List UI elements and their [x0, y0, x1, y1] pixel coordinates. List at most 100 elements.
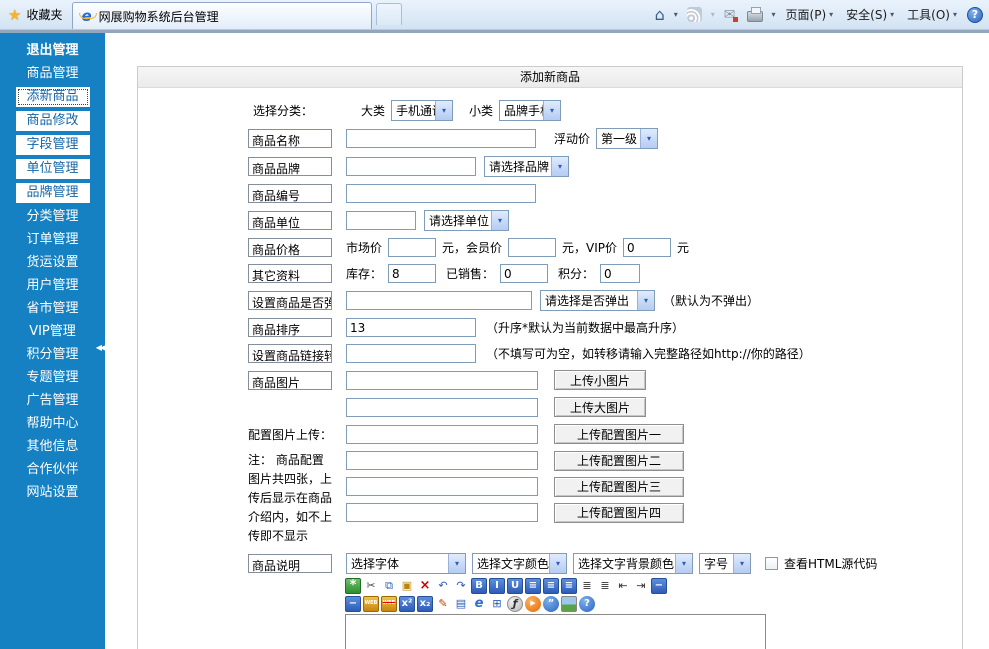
- market-price-input[interactable]: [388, 238, 436, 257]
- mail-button[interactable]: ✉: [722, 5, 738, 25]
- view-html-checkbox[interactable]: [765, 557, 778, 570]
- browser-preview-icon[interactable]: e: [471, 596, 487, 612]
- text-bgcolor-select[interactable]: 选择文字背景颜色 ▾: [573, 553, 693, 574]
- vip-price-input[interactable]: [623, 238, 671, 257]
- product-code-input[interactable]: [346, 184, 536, 203]
- align-right-icon[interactable]: ≡: [561, 578, 577, 594]
- sidebar-item-region-mgmt[interactable]: 省市管理: [0, 299, 105, 319]
- sidebar-item-order-mgmt[interactable]: 订单管理: [0, 230, 105, 250]
- security-menu[interactable]: 安全(S)▾: [843, 6, 897, 23]
- print-button[interactable]: [745, 5, 765, 25]
- upload-config-image2-button[interactable]: 上传配置图片二: [554, 451, 684, 471]
- highlight-pen-icon[interactable]: ✎: [435, 596, 451, 612]
- sidebar-item-points-mgmt[interactable]: 积分管理: [0, 345, 105, 365]
- sidebar-item-topic-mgmt[interactable]: 专题管理: [0, 368, 105, 388]
- font-size-select[interactable]: 字号 ▾: [699, 553, 751, 574]
- sidebar-item-shipping-settings[interactable]: 货运设置: [0, 253, 105, 273]
- sidebar-item-help-center[interactable]: 帮助中心: [0, 414, 105, 434]
- points-input[interactable]: [600, 264, 640, 283]
- sidebar-item-category-mgmt[interactable]: 分类管理: [0, 207, 105, 227]
- bold-icon[interactable]: B: [471, 578, 487, 594]
- stock-input[interactable]: [388, 264, 436, 283]
- remove-line-icon[interactable]: −: [345, 596, 361, 612]
- flash-icon[interactable]: ƒ: [507, 596, 523, 612]
- product-name-input[interactable]: [346, 129, 536, 148]
- paste-icon[interactable]: ▣: [399, 578, 415, 594]
- sidebar-item-other-info[interactable]: 其他信息: [0, 437, 105, 457]
- outdent-icon[interactable]: ⇤: [615, 578, 631, 594]
- media-icon[interactable]: ▶: [525, 596, 541, 612]
- upload-config-image4-button[interactable]: 上传配置图片四: [554, 503, 684, 523]
- float-price-select[interactable]: 第一级 ▾: [596, 128, 658, 149]
- browser-tab[interactable]: e 网展购物系统后台管理: [72, 2, 372, 29]
- sidebar-item-exit[interactable]: 退出管理: [0, 41, 105, 61]
- print-dropdown-caret[interactable]: ▾: [772, 10, 776, 19]
- superscript-icon[interactable]: x²: [399, 596, 415, 612]
- sidebar-item-user-mgmt[interactable]: 用户管理: [0, 276, 105, 296]
- align-center-icon[interactable]: ≡: [543, 578, 559, 594]
- sidebar-item-ad-mgmt[interactable]: 广告管理: [0, 391, 105, 411]
- image-icon[interactable]: [561, 596, 577, 612]
- redo-icon[interactable]: ↷: [453, 578, 469, 594]
- product-unit-input[interactable]: [346, 211, 416, 230]
- sidebar-collapse-icon[interactable]: ◀◀: [96, 343, 104, 352]
- page-menu[interactable]: 页面(P)▾: [783, 6, 837, 23]
- copy-icon[interactable]: ⧉: [381, 578, 397, 594]
- numbered-list-icon[interactable]: ≣: [597, 578, 613, 594]
- big-image-path-input[interactable]: [346, 398, 538, 417]
- comment-icon[interactable]: ”: [543, 596, 559, 612]
- config-image3-input[interactable]: [346, 477, 538, 496]
- subscript-icon[interactable]: x₂: [417, 596, 433, 612]
- remove-link-icon[interactable]: WEB: [381, 596, 397, 612]
- brand-select[interactable]: 请选择品牌 ▾: [484, 156, 569, 177]
- description-editor[interactable]: [345, 614, 766, 649]
- sidebar-item-vip-mgmt[interactable]: VIP管理: [0, 322, 105, 342]
- sidebar-item-unit-mgmt[interactable]: 单位管理: [16, 159, 90, 179]
- config-image2-input[interactable]: [346, 451, 538, 470]
- text-color-select[interactable]: 选择文字颜色 ▾: [472, 553, 567, 574]
- insert-link-icon[interactable]: WEB: [363, 596, 379, 612]
- member-price-input[interactable]: [508, 238, 556, 257]
- upload-config-image1-button[interactable]: 上传配置图片一: [554, 424, 684, 444]
- minor-category-select[interactable]: 品牌手机 ▾: [499, 100, 561, 121]
- bullet-list-icon[interactable]: ≣: [579, 578, 595, 594]
- tools-menu[interactable]: 工具(O)▾: [904, 6, 960, 23]
- sort-input[interactable]: [346, 318, 476, 337]
- sold-input[interactable]: [500, 264, 548, 283]
- indent-icon[interactable]: ⇥: [633, 578, 649, 594]
- undo-icon[interactable]: ↶: [435, 578, 451, 594]
- feed-button[interactable]: [685, 5, 704, 25]
- major-category-select[interactable]: 手机通讯 ▾: [391, 100, 453, 121]
- underline-icon[interactable]: U: [507, 578, 523, 594]
- upload-big-image-button[interactable]: 上传大图片: [554, 397, 646, 417]
- popup-input[interactable]: [346, 291, 532, 310]
- home-button[interactable]: ⌂: [653, 5, 667, 25]
- italic-icon[interactable]: I: [489, 578, 505, 594]
- horizontal-rule-icon[interactable]: −: [651, 578, 667, 594]
- product-brand-input[interactable]: [346, 157, 476, 176]
- favorites-button[interactable]: ★ 收藏夹: [0, 0, 72, 29]
- delete-icon[interactable]: ×: [417, 578, 433, 594]
- align-left-icon[interactable]: ≡: [525, 578, 541, 594]
- config-image1-input[interactable]: [346, 425, 538, 444]
- sidebar-item-add-product[interactable]: 添新商品: [16, 87, 90, 107]
- font-select[interactable]: 选择字体 ▾: [346, 553, 466, 574]
- help-button[interactable]: ?: [967, 7, 983, 23]
- upload-small-image-button[interactable]: 上传小图片: [554, 370, 646, 390]
- small-image-path-input[interactable]: [346, 371, 538, 390]
- insert-table-icon[interactable]: ⊞: [489, 596, 505, 612]
- sidebar-item-site-settings[interactable]: 网站设置: [0, 483, 105, 503]
- unit-select[interactable]: 请选择单位 ▾: [424, 210, 509, 231]
- new-icon[interactable]: *: [345, 578, 361, 594]
- sidebar-item-partners[interactable]: 合作伙伴: [0, 460, 105, 480]
- popup-select[interactable]: 请选择是否弹出 ▾: [540, 290, 655, 311]
- sidebar-item-brand-mgmt[interactable]: 品牌管理: [16, 183, 90, 203]
- insert-date-icon[interactable]: ▤: [453, 596, 469, 612]
- sidebar-item-product-edit[interactable]: 商品修改: [16, 111, 90, 131]
- sidebar-item-product-mgmt[interactable]: 商品管理: [0, 64, 105, 84]
- upload-config-image3-button[interactable]: 上传配置图片三: [554, 477, 684, 497]
- link-input[interactable]: [346, 344, 476, 363]
- help-icon[interactable]: ?: [579, 596, 595, 612]
- cut-icon[interactable]: ✂: [363, 578, 379, 594]
- config-image4-input[interactable]: [346, 503, 538, 522]
